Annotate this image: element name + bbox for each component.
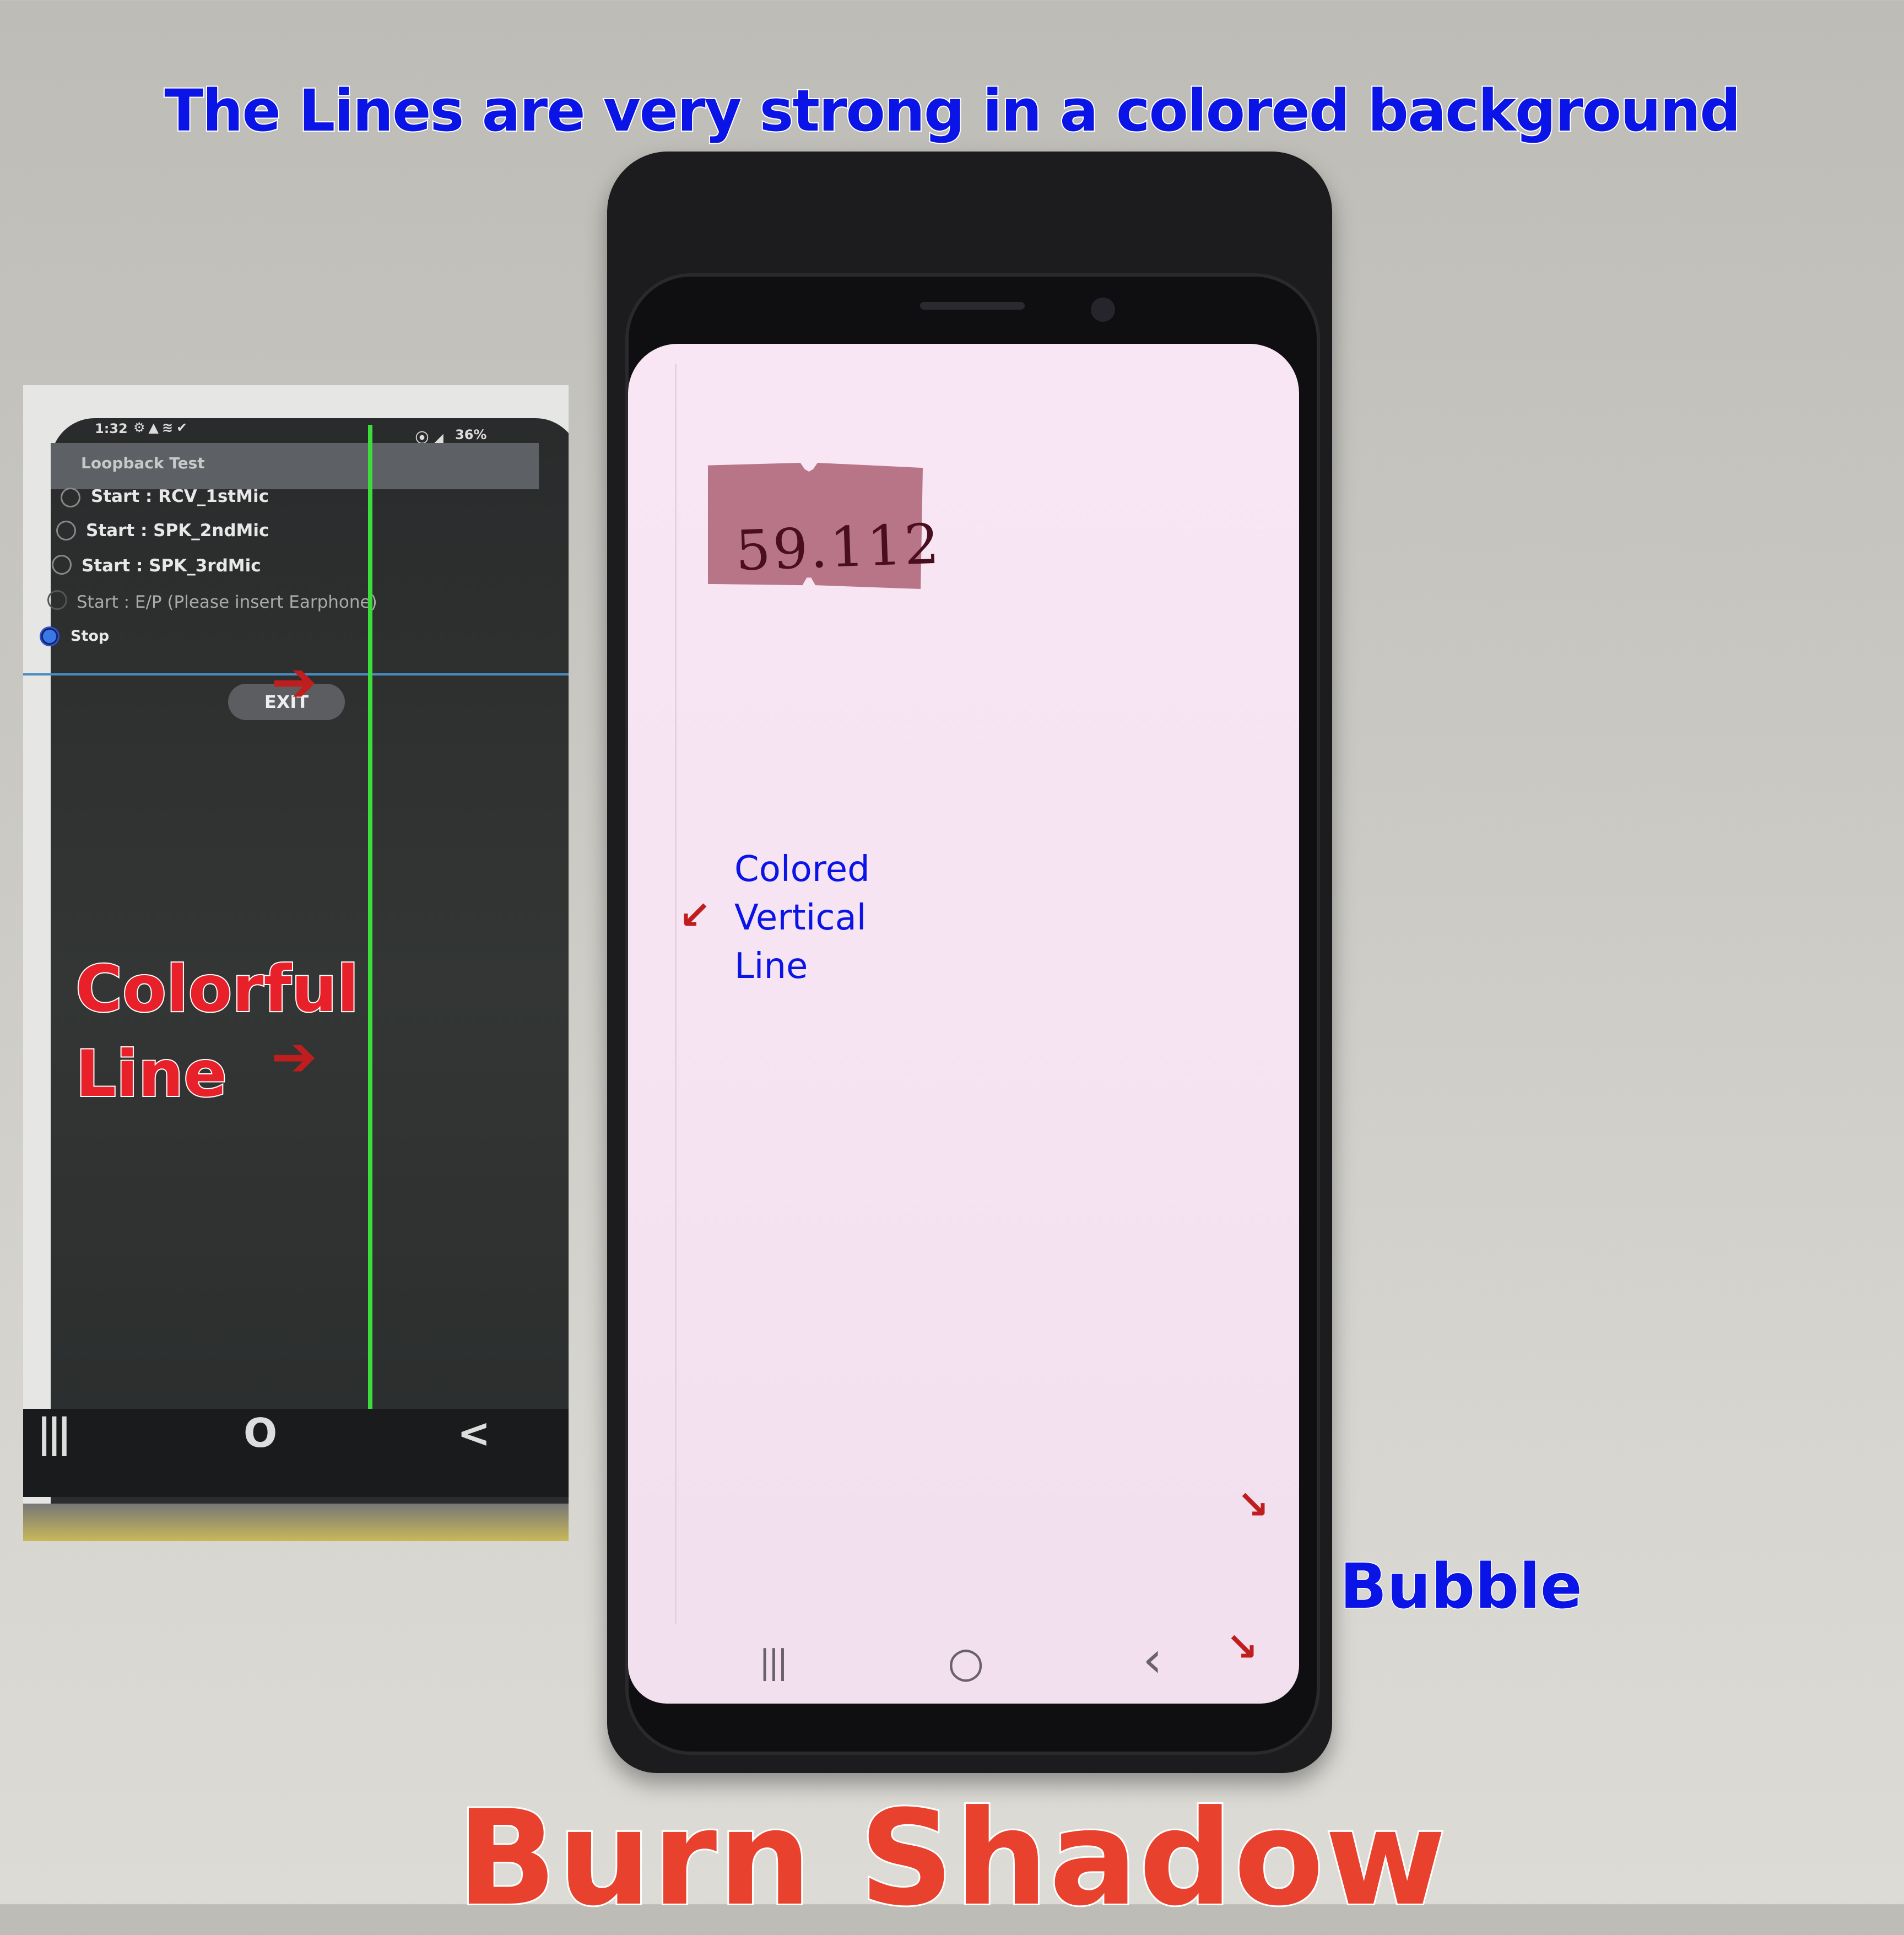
- radio-ep[interactable]: [47, 590, 67, 610]
- arrow-icon: ➔: [271, 650, 317, 714]
- radio-stop-selected[interactable]: [40, 626, 60, 646]
- inset-photo: 1:32 ⚙▲≋✔ ⦿ ◢ 36% Loopback Test Start : …: [23, 385, 569, 1541]
- back-icon[interactable]: <: [457, 1410, 490, 1456]
- footer-title: Burn Shadow: [455, 1781, 1448, 1935]
- green-vertical-line-defect: [368, 425, 372, 1483]
- note-vertical: Vertical: [734, 898, 867, 938]
- status-icons: ⚙▲≋✔: [133, 420, 191, 435]
- status-time: 1:32: [95, 421, 128, 436]
- arrow-icon: ↘: [1226, 1624, 1258, 1669]
- arrow-icon: ↙: [679, 893, 711, 938]
- colorful-line-word1: Colorful: [74, 951, 360, 1028]
- radio-spk2[interactable]: [56, 521, 76, 540]
- colorful-line-word2: Line: [74, 1036, 228, 1112]
- colorful-line-label: Colorful Line: [74, 947, 360, 1117]
- colored-vertical-line-defect: [675, 364, 677, 1658]
- back-icon[interactable]: ‹: [1143, 1631, 1162, 1689]
- option-spk2[interactable]: Start : SPK_2ndMic: [86, 521, 269, 540]
- headline: The Lines are very strong in a colored b…: [163, 76, 1741, 145]
- home-icon[interactable]: ○: [948, 1637, 984, 1687]
- arrow-icon: ↘: [1237, 1482, 1269, 1527]
- option-spk3[interactable]: Start : SPK_3rdMic: [82, 556, 261, 576]
- earpiece-speaker: [920, 302, 1025, 310]
- inset-bottom-edge: [23, 1504, 569, 1541]
- recents-icon[interactable]: |||: [37, 1410, 72, 1456]
- option-rcv[interactable]: Start : RCV_1stMic: [91, 487, 269, 506]
- front-camera: [1091, 298, 1115, 322]
- option-stop[interactable]: Stop: [71, 628, 109, 645]
- note-line: Line: [734, 946, 808, 987]
- home-icon[interactable]: O: [244, 1410, 277, 1456]
- sticker-text: 59.112: [734, 511, 943, 583]
- app-title: Loopback Test: [81, 454, 205, 472]
- option-ep[interactable]: Start : E/P (Please insert Earphone): [77, 592, 377, 612]
- radio-rcv[interactable]: [61, 488, 80, 507]
- note-colored: Colored: [734, 849, 870, 890]
- recents-icon[interactable]: |||: [759, 1643, 788, 1682]
- bubble-label: Bubble: [1339, 1550, 1583, 1624]
- status-battery: 36%: [455, 427, 487, 442]
- radio-spk3[interactable]: [52, 555, 72, 575]
